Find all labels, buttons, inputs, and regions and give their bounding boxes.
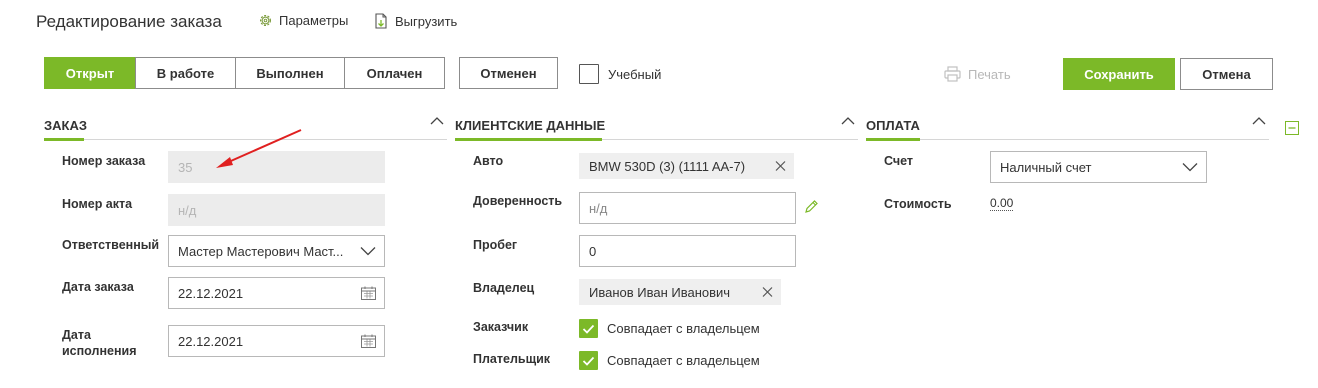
client-collapse-chevron-up-icon[interactable] <box>841 116 855 126</box>
proxy-placeholder: н/д <box>589 200 608 216</box>
calendar-icon[interactable] <box>361 286 376 300</box>
order-collapse-chevron-up-icon[interactable] <box>430 116 444 126</box>
print-label: Печать <box>968 66 1011 82</box>
customer-checkbox[interactable] <box>579 319 598 338</box>
payment-section-divider <box>866 139 1269 140</box>
cost-label: Стоимость <box>884 197 952 211</box>
page-title: Редактирование заказа <box>36 12 222 31</box>
exec-date-input[interactable]: 22.12.2021 <box>168 325 385 357</box>
payer-checkbox[interactable] <box>579 351 598 370</box>
car-value: BMW 530D (3) (1111 AA-7) <box>589 158 746 174</box>
exec-date-label: Дата исполнения <box>62 327 136 359</box>
customer-checkbox-row[interactable]: Совпадает с владельцем <box>579 319 760 338</box>
checkmark-icon <box>582 324 595 334</box>
owner-tag[interactable]: Иванов Иван Иванович <box>579 279 781 305</box>
account-select[interactable]: Наличный счет <box>990 151 1207 183</box>
pencil-edit-icon[interactable] <box>804 199 819 214</box>
params-label: Параметры <box>279 13 349 28</box>
payer-label: Плательщик <box>473 352 551 366</box>
print-button[interactable]: Печать <box>944 66 1011 82</box>
order-date-input[interactable]: 22.12.2021 <box>168 277 385 309</box>
training-label: Учебный <box>608 66 662 82</box>
checkmark-icon <box>582 356 595 366</box>
chevron-down-icon <box>360 247 376 256</box>
gear-icon <box>260 15 271 26</box>
act-number-label: Номер акта <box>62 197 133 211</box>
responsible-label: Ответственный <box>62 238 160 252</box>
payment-collapse-chevron-up-icon[interactable] <box>1252 116 1266 126</box>
order-number-label: Номер заказа <box>62 154 146 168</box>
exec-date-label-line2: исполнения <box>62 344 137 358</box>
proxy-label: Доверенность <box>473 194 563 208</box>
save-button[interactable]: Сохранить <box>1063 58 1175 90</box>
act-number-placeholder: н/д <box>178 202 197 218</box>
order-section-title: ЗАКАЗ <box>44 118 87 133</box>
status-paid-button[interactable]: Оплачен <box>344 57 445 89</box>
close-icon[interactable] <box>762 287 773 298</box>
payer-checkbox-row[interactable]: Совпадает с владельцем <box>579 351 760 370</box>
act-number-field: н/д <box>168 194 385 226</box>
account-label: Счет <box>884 154 914 168</box>
chevron-down-icon <box>1182 163 1198 172</box>
status-done-button[interactable]: Выполнен <box>235 57 345 89</box>
export-file-icon <box>375 13 387 29</box>
client-section-title: КЛИЕНТСКИЕ ДАННЫЕ <box>455 118 606 133</box>
payment-section-underline <box>866 138 920 141</box>
order-date-value: 22.12.2021 <box>178 285 244 301</box>
printer-icon <box>944 66 961 82</box>
payment-section-title: ОПЛАТА <box>866 118 920 133</box>
customer-value: Совпадает с владельцем <box>607 321 760 336</box>
order-section-underline <box>44 138 84 141</box>
params-link[interactable]: Параметры <box>258 13 348 28</box>
owner-value: Иванов Иван Иванович <box>589 284 731 300</box>
status-button-group: Открыт В работе Выполнен Оплачен <box>44 57 445 89</box>
collapse-all-minus-icon[interactable] <box>1285 121 1299 135</box>
export-label: Выгрузить <box>395 13 458 29</box>
order-date-label: Дата заказа <box>62 280 134 294</box>
responsible-select[interactable]: Мастер Мастерович Маст... <box>168 235 385 267</box>
mileage-input[interactable]: 0 <box>579 235 796 267</box>
responsible-value: Мастер Мастерович Маст... <box>178 243 344 259</box>
training-checkbox[interactable] <box>579 64 599 84</box>
mileage-value: 0 <box>589 243 597 259</box>
mileage-label: Пробег <box>473 238 518 252</box>
client-section-underline <box>455 138 602 141</box>
status-cancelled-button[interactable]: Отменен <box>459 57 558 89</box>
account-value: Наличный счет <box>1000 159 1092 175</box>
calendar-icon[interactable] <box>361 334 376 348</box>
car-tag[interactable]: BMW 530D (3) (1111 AA-7) <box>579 153 794 179</box>
customer-label: Заказчик <box>473 320 529 334</box>
cost-value[interactable]: 0.00 <box>990 196 1014 211</box>
exec-date-value: 22.12.2021 <box>178 333 244 349</box>
car-label: Авто <box>473 154 504 168</box>
order-number-value: 35 <box>178 159 193 175</box>
training-checkbox-row[interactable]: Учебный <box>579 64 661 84</box>
close-icon[interactable] <box>775 161 786 172</box>
payer-value: Совпадает с владельцем <box>607 353 760 368</box>
status-open-button[interactable]: Открыт <box>44 57 136 89</box>
proxy-input[interactable]: н/д <box>579 192 796 224</box>
annotation-arrow-icon <box>216 129 302 168</box>
owner-label: Владелец <box>473 281 535 295</box>
exec-date-label-line1: Дата <box>62 328 91 342</box>
export-link[interactable]: Выгрузить <box>374 13 457 29</box>
status-in-work-button[interactable]: В работе <box>135 57 236 89</box>
cancel-button[interactable]: Отмена <box>1180 58 1273 90</box>
